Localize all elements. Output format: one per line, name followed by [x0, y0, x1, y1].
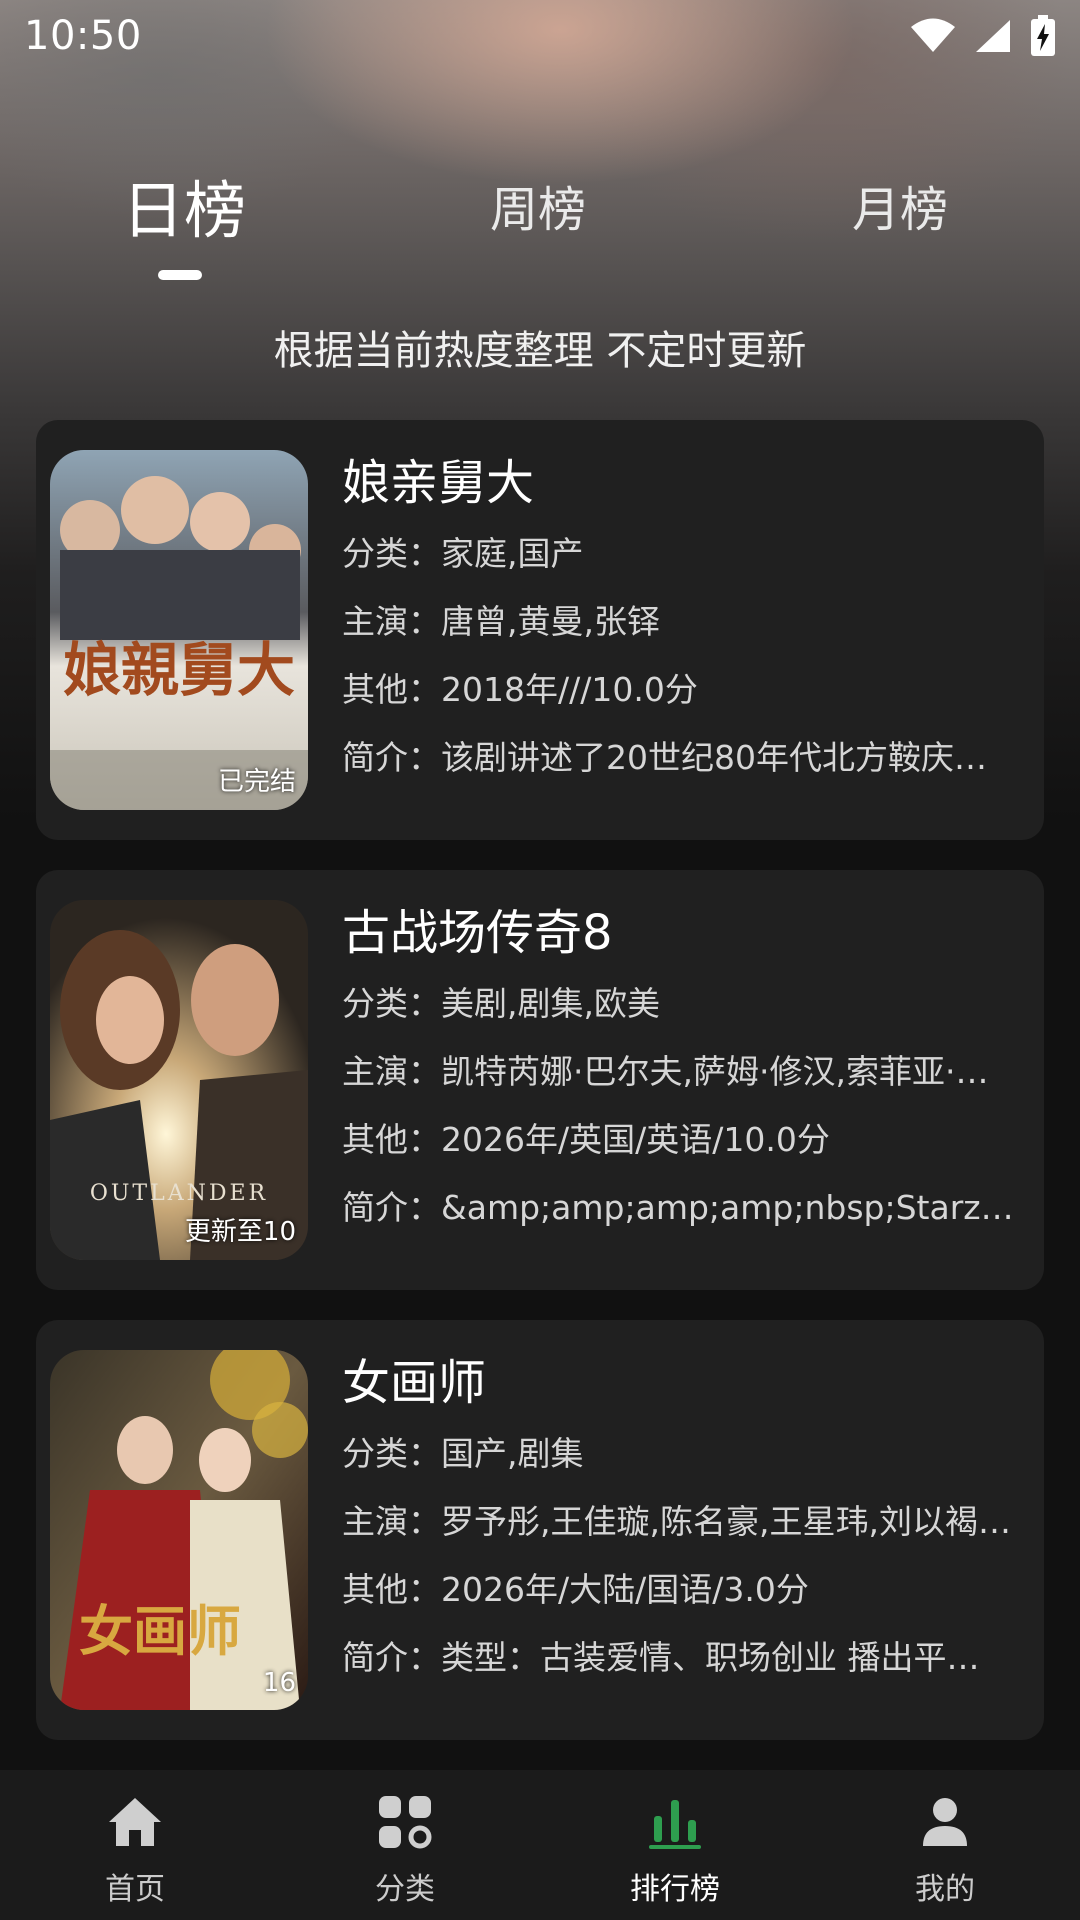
category-icon: [375, 1792, 435, 1852]
other-value: 2026年/大陆/国语/3.0分: [441, 1570, 809, 1609]
item-cast: 主演： 唐曾,黄曼,张铎: [342, 588, 1022, 656]
bottom-navigation: 首页 分类 排行榜 我的: [0, 1770, 1080, 1920]
intro-label: 简介：: [342, 1188, 441, 1227]
ranking-subtitle: 根据当前热度整理 不定时更新: [273, 328, 807, 374]
other-label: 其他：: [342, 1570, 441, 1609]
nav-profile-label: 我的: [915, 1872, 975, 1907]
list-item[interactable]: OUTLANDER 更新至10 古战场传奇8 分类： 美剧,剧集,欧美 主演： 凯特…: [36, 870, 1044, 1290]
poster-title-art: 娘親舅大: [63, 636, 295, 704]
category-value: 国产,剧集: [441, 1434, 584, 1473]
poster-image: OUTLANDER: [50, 900, 308, 1260]
item-intro: 简介： &amp;amp;amp;amp;nbsp;Starz宣…: [342, 1174, 1022, 1242]
item-other: 其他： 2018年///10.0分: [342, 656, 1022, 724]
screen: 10:50 日榜 周榜 月榜 根据当前热度整理 不定时更新 娘親舅大 已完结 娘…: [0, 0, 1080, 1920]
battery-charging-icon: [1030, 15, 1056, 57]
other-label: 其他：: [342, 670, 441, 709]
item-category: 分类： 家庭,国产: [342, 520, 1022, 588]
status-badge: 更新至10: [184, 1217, 296, 1247]
category-label: 分类：: [342, 534, 441, 573]
tab-daily[interactable]: 日榜: [122, 160, 246, 250]
poster[interactable]: 女画师 16: [50, 1350, 308, 1710]
item-title: 女画师: [342, 1355, 487, 1411]
cast-label: 主演：: [342, 1052, 441, 1091]
item-title: 古战场传奇8: [342, 905, 613, 961]
profile-icon: [915, 1792, 975, 1852]
poster-title-art: 女画师: [79, 1599, 241, 1663]
ranking-list: 娘親舅大 已完结 娘亲舅大 分类： 家庭,国产 主演： 唐曾,黄曼,张铎 其他： 20…: [36, 420, 1044, 1770]
signal-icon: [974, 18, 1012, 54]
poster[interactable]: 娘親舅大 已完结: [50, 450, 308, 810]
nav-profile[interactable]: 我的: [810, 1770, 1080, 1920]
item-intro: 简介： 该剧讲述了20世纪80年代北方鞍庆…: [342, 724, 1022, 792]
status-badge: 已完结: [217, 767, 296, 797]
intro-label: 简介：: [342, 1638, 441, 1677]
item-info: 古战场传奇8 分类： 美剧,剧集,欧美 主演： 凯特芮娜·巴尔夫,萨姆·修汉,索菲亚…: [342, 900, 1022, 1242]
category-label: 分类：: [342, 984, 441, 1023]
nav-ranking-label: 排行榜: [630, 1872, 720, 1907]
nav-home[interactable]: 首页: [0, 1770, 270, 1920]
status-badge: 16: [262, 1668, 296, 1698]
intro-value: 该剧讲述了20世纪80年代北方鞍庆…: [441, 738, 987, 777]
nav-category-label: 分类: [375, 1872, 435, 1907]
intro-value: &amp;amp;amp;amp;nbsp;Starz宣…: [441, 1188, 1022, 1227]
nav-category[interactable]: 分类: [270, 1770, 540, 1920]
nav-home-label: 首页: [105, 1872, 165, 1907]
item-info: 娘亲舅大 分类： 家庭,国产 主演： 唐曾,黄曼,张铎 其他： 2018年///10.…: [342, 450, 1022, 792]
category-label: 分类：: [342, 1434, 441, 1473]
status-bar: 10:50: [0, 0, 1080, 72]
item-title: 娘亲舅大: [342, 455, 535, 511]
tab-weekly[interactable]: 周榜: [490, 170, 586, 240]
wifi-icon: [910, 18, 956, 54]
ranking-icon: [645, 1792, 705, 1852]
item-other: 其他： 2026年/英国/英语/10.0分: [342, 1106, 1022, 1174]
status-icons: [910, 15, 1056, 57]
tab-monthly[interactable]: 月榜: [852, 170, 948, 240]
intro-value: 类型：古装爱情、职场创业 播出平…: [441, 1638, 980, 1677]
poster-image: 女画师: [50, 1350, 308, 1710]
cast-value: 罗予彤,王佳璇,陈名豪,王星玮,刘以褐…: [441, 1502, 1011, 1541]
item-category: 分类： 国产,剧集: [342, 1420, 1022, 1488]
other-label: 其他：: [342, 1120, 441, 1159]
poster[interactable]: OUTLANDER 更新至10: [50, 900, 308, 1260]
list-item[interactable]: 女画师 16 女画师 分类： 国产,剧集 主演： 罗予彤,王佳璇,陈名豪,王星玮,刘…: [36, 1320, 1044, 1740]
poster-image: 娘親舅大: [50, 450, 308, 810]
other-value: 2026年/英国/英语/10.0分: [441, 1120, 830, 1159]
intro-label: 简介：: [342, 738, 441, 777]
cast-label: 主演：: [342, 1502, 441, 1541]
nav-ranking[interactable]: 排行榜: [540, 1770, 810, 1920]
cast-label: 主演：: [342, 602, 441, 641]
list-item[interactable]: 娘親舅大 已完结 娘亲舅大 分类： 家庭,国产 主演： 唐曾,黄曼,张铎 其他： 20…: [36, 420, 1044, 840]
item-intro: 简介： 类型：古装爱情、职场创业 播出平…: [342, 1624, 1022, 1692]
item-info: 女画师 分类： 国产,剧集 主演： 罗予彤,王佳璇,陈名豪,王星玮,刘以褐… 其他：…: [342, 1350, 1022, 1692]
tab-indicator: [158, 270, 202, 280]
other-value: 2018年///10.0分: [441, 670, 698, 709]
item-cast: 主演： 凯特芮娜·巴尔夫,萨姆·修汉,索菲亚·…: [342, 1038, 1022, 1106]
cast-value: 凯特芮娜·巴尔夫,萨姆·修汉,索菲亚·…: [441, 1052, 989, 1091]
item-other: 其他： 2026年/大陆/国语/3.0分: [342, 1556, 1022, 1624]
item-cast: 主演： 罗予彤,王佳璇,陈名豪,王星玮,刘以褐…: [342, 1488, 1022, 1556]
category-value: 美剧,剧集,欧美: [441, 984, 660, 1023]
status-time: 10:50: [24, 13, 142, 59]
cast-value: 唐曾,黄曼,张铎: [441, 602, 660, 641]
poster-title-art: OUTLANDER: [90, 1181, 268, 1206]
ranking-tabs: 日榜 周榜 月榜: [0, 170, 1080, 290]
home-icon: [105, 1792, 165, 1852]
item-category: 分类： 美剧,剧集,欧美: [342, 970, 1022, 1038]
category-value: 家庭,国产: [441, 534, 584, 573]
